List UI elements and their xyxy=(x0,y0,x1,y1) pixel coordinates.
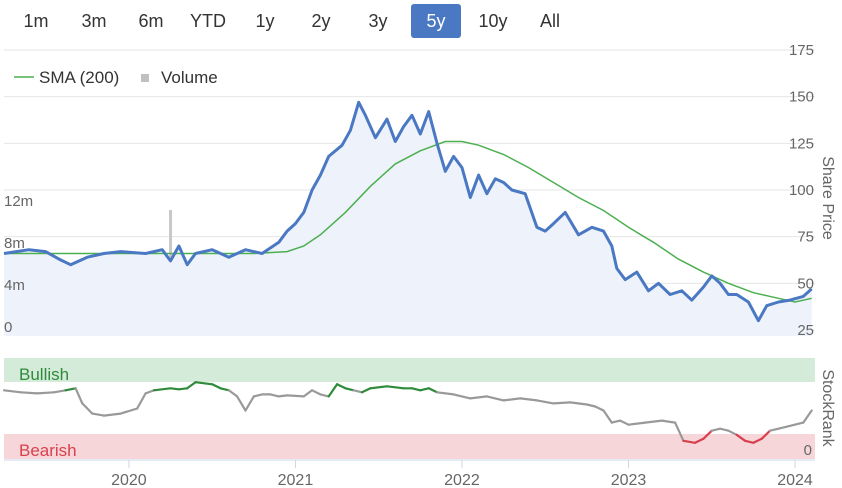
stockrank-segment xyxy=(19,391,39,395)
legend-volume-label[interactable]: Volume xyxy=(161,68,218,87)
price-tick-label: 75 xyxy=(797,229,814,246)
price-tick-label: 50 xyxy=(797,275,814,292)
stock-chart-svg: SMA (200) Volume 25 50 75 100 125 150 175 0 4m 8… xyxy=(2,42,836,488)
stockrank-segment xyxy=(552,401,572,405)
volume-tick-label: 0 xyxy=(4,319,12,336)
legend-sma-label[interactable]: SMA (200) xyxy=(39,68,119,87)
bullish-label: Bullish xyxy=(19,365,69,384)
stockrank-axis-title: StockRank xyxy=(819,369,836,447)
bearish-label: Bearish xyxy=(19,441,77,460)
stockrank-segment xyxy=(177,387,189,391)
stockrank-segment xyxy=(169,387,180,391)
legend-volume-swatch xyxy=(141,74,149,82)
price-tick-label: 175 xyxy=(789,42,814,59)
stockrank-segment xyxy=(36,391,56,395)
chart-widget: 1m 3m 6m YTD 1y 2y 3y 5y 10y All SMA (20… xyxy=(0,0,842,488)
x-tick-label: 2020 xyxy=(111,472,147,488)
x-tick-label: 2022 xyxy=(444,472,480,488)
stockrank-panel: Bullish Bearish 0 StockRank xyxy=(2,358,836,460)
price-tick-label: 25 xyxy=(797,322,814,339)
x-tick-label: 2024 xyxy=(777,472,813,488)
volume-tick-label: 8m xyxy=(4,235,25,252)
price-tick-label: 150 xyxy=(789,89,814,106)
bullish-zone xyxy=(4,358,815,382)
x-axis: 2020 2021 2022 2023 2024 xyxy=(4,459,815,488)
price-tick-label: 125 xyxy=(789,135,814,152)
price-tick-label: 100 xyxy=(789,182,814,199)
price-axis-title: Share Price xyxy=(819,156,836,240)
legend: SMA (200) Volume xyxy=(14,68,218,87)
stockrank-tick-0: 0 xyxy=(804,442,812,459)
stockrank-segment xyxy=(277,394,289,398)
bearish-zone xyxy=(4,434,815,459)
x-tick-label: 2023 xyxy=(611,472,647,488)
stockrank-segment xyxy=(286,394,305,398)
x-tick-label: 2021 xyxy=(278,472,314,488)
volume-tick-label: 4m xyxy=(4,277,25,294)
volume-tick-label: 12m xyxy=(4,193,33,210)
